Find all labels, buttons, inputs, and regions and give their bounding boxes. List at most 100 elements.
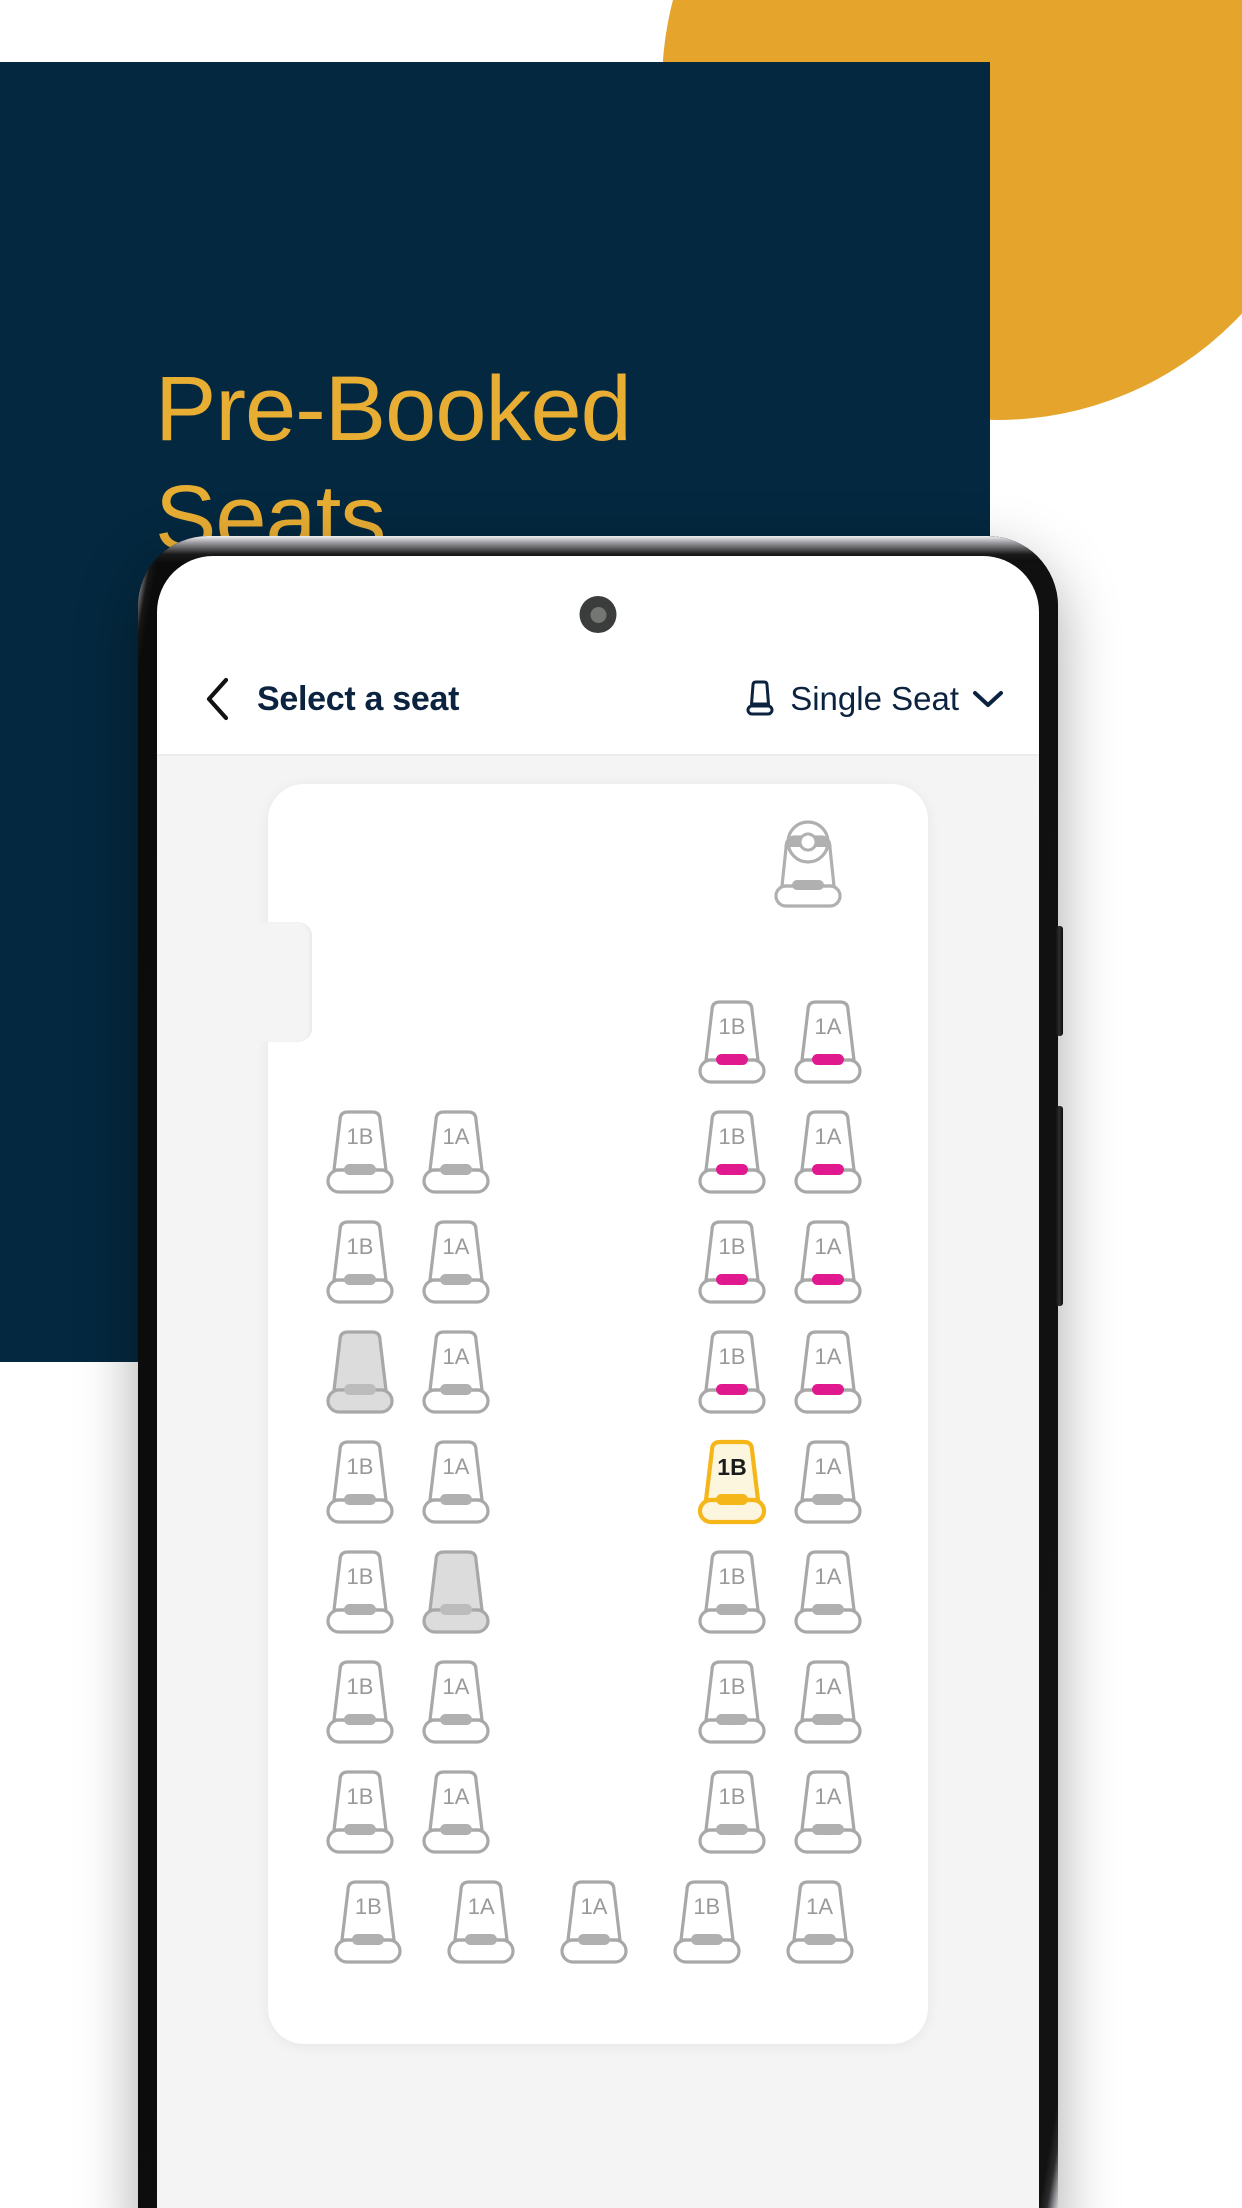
seat-slot: 1B <box>320 1872 416 1968</box>
seat-1B[interactable]: 1B <box>688 1432 776 1528</box>
seat-slot <box>312 1322 408 1418</box>
seat-1B[interactable]: 1B <box>316 1212 404 1308</box>
seat-slot: 1B <box>312 1542 408 1638</box>
seat-slot: 1A <box>780 1762 876 1858</box>
page-heading: Select a seat <box>257 679 460 718</box>
seat-1A[interactable]: 1A <box>412 1322 500 1418</box>
seat-1B[interactable]: 1B <box>688 1542 776 1638</box>
page-title-line-1: Pre-Booked <box>155 358 632 460</box>
volume-button[interactable] <box>1056 1106 1063 1306</box>
seat-1B[interactable]: 1B <box>316 1432 404 1528</box>
bus-door-notch <box>244 922 312 1042</box>
seat-slot <box>408 1542 504 1638</box>
seat-slot: 1B <box>684 1432 780 1528</box>
seat-1A[interactable]: 1A <box>784 1432 872 1528</box>
phone-mockup: Select a seat Single Seat 1B 1A 1B 1A 1B… <box>138 536 1063 2208</box>
driver-seat-icon <box>764 818 852 914</box>
seat-slot: 1A <box>408 1212 504 1308</box>
seat-1A[interactable]: 1A <box>412 1762 500 1858</box>
driver-area <box>268 818 928 914</box>
seat-slot: 1B <box>312 1432 408 1528</box>
seat-slot: 1B <box>659 1872 755 1968</box>
seat-slot: 1A <box>408 1652 504 1748</box>
seat-slot: 1B <box>684 1102 780 1198</box>
seat-slot <box>408 992 504 1088</box>
seat-1B[interactable]: 1B <box>316 1102 404 1198</box>
seat-icon <box>746 680 774 716</box>
seat-slot: 1B <box>684 1762 780 1858</box>
seat-1B[interactable]: 1B <box>316 1762 404 1858</box>
seat-row-back: 1B 1A 1A 1B 1A <box>312 1872 876 1968</box>
back-button[interactable] <box>195 676 241 722</box>
seat-slot: 1B <box>684 1542 780 1638</box>
seat-1B[interactable]: 1B <box>688 1102 776 1198</box>
seat-slot: 1B <box>312 1652 408 1748</box>
screenshot-root: Pre-Booked Seats Select a seat Single Se… <box>0 0 1242 2208</box>
chevron-down-icon <box>973 691 1003 707</box>
seat-slot: 1A <box>408 1762 504 1858</box>
seat-1A[interactable]: 1A <box>784 1762 872 1858</box>
seat-slot: 1A <box>780 1322 876 1418</box>
seat-selection-app: Select a seat Single Seat 1B 1A 1B 1A 1B… <box>157 556 1039 2208</box>
seat-row: 1B 1A 1B 1A <box>312 1652 876 1748</box>
seat-1A[interactable]: 1A <box>784 992 872 1088</box>
app-bar: Select a seat Single Seat <box>157 644 1039 754</box>
seat-slot: 1B <box>684 1322 780 1418</box>
seat-1B[interactable]: 1B <box>316 1542 404 1638</box>
seat-slot: 1B <box>684 992 780 1088</box>
seat-1B[interactable]: 1B <box>663 1872 751 1968</box>
seat-1B[interactable]: 1B <box>688 1212 776 1308</box>
seat-slot: 1B <box>312 1212 408 1308</box>
seat-1A[interactable]: 1A <box>776 1872 864 1968</box>
seat-1A[interactable]: 1A <box>412 1102 500 1198</box>
seat-1A[interactable]: 1A <box>784 1322 872 1418</box>
seat-map-content: 1B 1A 1B 1A 1B 1A 1B 1A 1B 1A 1A 1B 1A 1… <box>157 756 1039 2208</box>
seat-1A[interactable]: 1A <box>412 1212 500 1308</box>
seat-1A[interactable]: 1A <box>784 1212 872 1308</box>
power-button[interactable] <box>1056 926 1063 1036</box>
seat-1B[interactable]: 1B <box>324 1872 412 1968</box>
seat-row: 1B 1A 1B 1A <box>312 1102 876 1198</box>
seat-slot: 1A <box>780 1432 876 1528</box>
seat-slot: 1A <box>408 1322 504 1418</box>
seat-slot: 1A <box>780 1652 876 1748</box>
seat-slot: 1A <box>780 992 876 1088</box>
seat-1B[interactable]: 1B <box>688 1322 776 1418</box>
seat-1B[interactable]: 1B <box>316 1652 404 1748</box>
seat-slot: 1A <box>433 1872 529 1968</box>
seat-1A[interactable]: 1A <box>550 1872 638 1968</box>
seat-occupied <box>316 1322 404 1418</box>
seat-slot: 1A <box>772 1872 868 1968</box>
seat-slot: 1A <box>408 1432 504 1528</box>
bus-layout-card: 1B 1A 1B 1A 1B 1A 1B 1A 1B 1A 1A 1B 1A 1… <box>244 784 928 2044</box>
seat-1A[interactable]: 1A <box>784 1652 872 1748</box>
seat-type-dropdown[interactable]: Single Seat <box>742 679 1005 719</box>
seat-slot: 1A <box>780 1542 876 1638</box>
seat-type-label: Single Seat <box>790 680 959 717</box>
seat-row: 1A 1B 1A <box>312 1322 876 1418</box>
seat-slot <box>312 992 408 1088</box>
seat-1A[interactable]: 1A <box>412 1432 500 1528</box>
seat-slot: 1A <box>408 1102 504 1198</box>
seat-1B[interactable]: 1B <box>688 992 776 1088</box>
front-camera-punch-hole-icon <box>579 596 617 633</box>
seat-row: 1B 1A 1B 1A <box>312 1432 876 1528</box>
chevron-left-icon <box>206 677 229 721</box>
seat-row: 1B 1A 1B 1A <box>312 1762 876 1858</box>
seat-1A[interactable]: 1A <box>437 1872 525 1968</box>
seat-grid: 1B 1A 1B 1A 1B 1A 1B 1A 1B 1A 1A 1B 1A 1… <box>268 992 928 1968</box>
seat-row: 1B 1B 1A <box>312 1542 876 1638</box>
seat-row: 1B 1A <box>312 992 876 1088</box>
seat-slot: 1A <box>546 1872 642 1968</box>
seat-slot: 1B <box>312 1102 408 1198</box>
seat-1A[interactable]: 1A <box>784 1102 872 1198</box>
seat-slot: 1A <box>780 1212 876 1308</box>
seat-1A[interactable]: 1A <box>784 1542 872 1638</box>
seat-1A[interactable]: 1A <box>412 1652 500 1748</box>
seat-slot: 1A <box>780 1102 876 1198</box>
phone-screen: Select a seat Single Seat 1B 1A 1B 1A 1B… <box>157 556 1039 2208</box>
seat-occupied <box>412 1542 500 1638</box>
seat-1B[interactable]: 1B <box>688 1652 776 1748</box>
seat-slot: 1B <box>684 1652 780 1748</box>
seat-1B[interactable]: 1B <box>688 1762 776 1858</box>
